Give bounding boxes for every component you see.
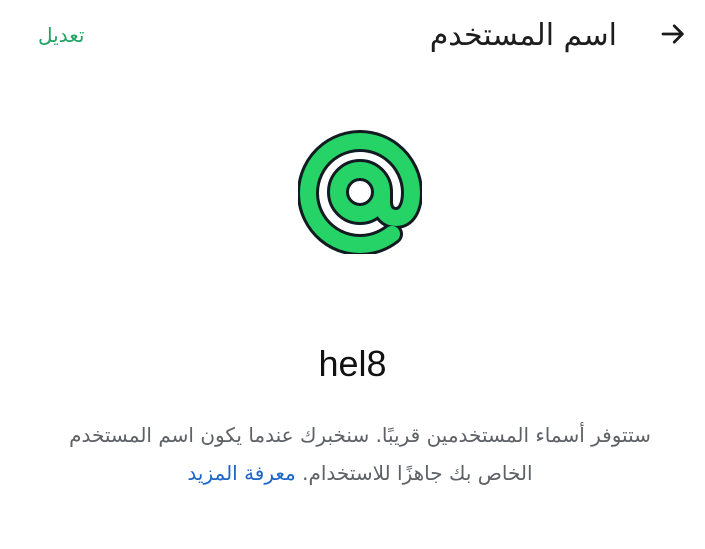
at-sign-icon: [298, 130, 422, 254]
learn-more-link[interactable]: معرفة المزيد: [187, 461, 295, 485]
arrow-right-icon: [661, 24, 684, 44]
info-line-1: ستتوفر أسماء المستخدمين قريبًا. سنخبرك ع…: [69, 423, 651, 447]
back-button[interactable]: [651, 12, 695, 56]
app-header: اسم المستخدم تعديل: [0, 0, 705, 76]
edit-button[interactable]: تعديل: [38, 20, 84, 50]
username-text: hel8: [318, 343, 387, 384]
page-title: اسم المستخدم: [429, 18, 617, 53]
info-line-2-text: الخاص بك جاهزًا للاستخدام.: [302, 461, 533, 485]
info-line-2: الخاص بك جاهزًا للاستخدام. معرفة المزيد: [40, 454, 680, 492]
username-info-text: ستتوفر أسماء المستخدمين قريبًا. سنخبرك ع…: [40, 416, 680, 492]
